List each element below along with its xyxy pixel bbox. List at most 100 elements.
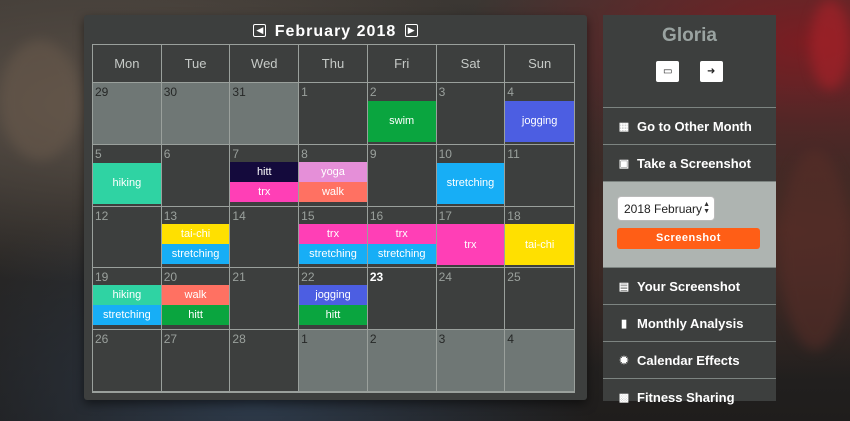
event-walk[interactable]: walk bbox=[299, 181, 367, 202]
user-actions: ▭ ➜ bbox=[603, 55, 776, 107]
menu-item-go-to-other-month[interactable]: ▦ Go to Other Month bbox=[603, 107, 776, 144]
day-cell[interactable]: 2 bbox=[367, 330, 437, 392]
day-cell[interactable]: 29 bbox=[93, 83, 162, 145]
event-stretching[interactable]: stretching bbox=[161, 243, 230, 264]
event-stretching[interactable]: stretching bbox=[93, 305, 161, 326]
menu-item-label: Calendar Effects bbox=[637, 352, 740, 368]
day-cell[interactable]: 22 jogging hitt bbox=[299, 268, 368, 331]
event-swim[interactable]: swim bbox=[367, 100, 436, 142]
day-cell[interactable]: 4 jogging bbox=[505, 83, 574, 145]
day-cell[interactable]: 10 stretching bbox=[436, 144, 506, 207]
menu-item-label: Go to Other Month bbox=[637, 118, 752, 134]
menu-item-your-screenshot[interactable]: ▤ Your Screenshot bbox=[603, 267, 776, 304]
day-cell[interactable]: 12 bbox=[93, 206, 162, 269]
day-number: 3 bbox=[438, 85, 446, 99]
day-cell[interactable]: 2 swim bbox=[367, 83, 437, 145]
user-name: Gloria bbox=[662, 25, 717, 46]
month-title: February 2018 bbox=[274, 23, 397, 40]
chevron-left-icon[interactable]: ◀ bbox=[253, 23, 267, 37]
day-number: 20 bbox=[163, 270, 178, 285]
event-jogging[interactable]: jogging bbox=[505, 100, 574, 142]
event-trx[interactable]: trx bbox=[299, 223, 367, 244]
day-cell[interactable]: 31 bbox=[230, 83, 300, 145]
day-number: 2 bbox=[369, 332, 377, 347]
event-list: yoga walk bbox=[299, 161, 367, 205]
sign-out-icon[interactable]: ➜ bbox=[699, 61, 723, 82]
day-number: 15 bbox=[301, 208, 315, 223]
day-number: 2 bbox=[369, 85, 377, 99]
day-cell[interactable]: 24 bbox=[436, 268, 506, 331]
event-list: trx stretching bbox=[367, 223, 436, 267]
event-trx[interactable]: trx bbox=[367, 223, 436, 244]
menu-item-label: Your Screenshot bbox=[637, 278, 741, 294]
day-cell[interactable]: 16 trx stretching bbox=[367, 206, 437, 269]
event-list: hitt trx bbox=[230, 161, 299, 205]
event-list: tai-chi bbox=[505, 224, 574, 267]
day-cell[interactable]: 5 hiking bbox=[93, 144, 162, 207]
event-list: walk hitt bbox=[161, 285, 230, 328]
day-cell[interactable]: 3 bbox=[436, 330, 506, 392]
event-trx[interactable]: trx bbox=[436, 224, 505, 266]
event-trx[interactable]: trx bbox=[230, 181, 299, 202]
day-cell[interactable]: 13 tai-chi stretching bbox=[161, 206, 231, 269]
screenshot-button[interactable]: Screenshot bbox=[617, 228, 760, 249]
menu-item-monthly-analysis[interactable]: ▮ Monthly Analysis bbox=[603, 304, 776, 341]
background-shape bbox=[780, 150, 850, 350]
day-cell[interactable]: 17 trx bbox=[436, 206, 506, 269]
day-cell[interactable]: 23 bbox=[367, 268, 437, 331]
day-cell[interactable]: 27 bbox=[161, 330, 231, 392]
day-number: 24 bbox=[438, 270, 452, 285]
day-cell[interactable]: 7 hitt trx bbox=[230, 144, 300, 207]
event-hitt[interactable]: hitt bbox=[299, 305, 367, 326]
day-cell[interactable]: 4 bbox=[505, 330, 574, 392]
day-number: 12 bbox=[95, 208, 109, 223]
day-cell[interactable]: 3 bbox=[436, 83, 506, 145]
weekday-header: Sat bbox=[436, 45, 506, 83]
day-number: 16 bbox=[369, 208, 384, 223]
day-cell[interactable]: 1 bbox=[299, 330, 368, 392]
day-cell[interactable]: 19 hiking stretching bbox=[93, 268, 162, 331]
event-list: hiking bbox=[93, 162, 161, 205]
day-number: 23 bbox=[369, 270, 384, 285]
day-cell[interactable]: 30 bbox=[161, 83, 231, 145]
day-cell[interactable]: 21 bbox=[230, 268, 300, 331]
event-stretching[interactable]: stretching bbox=[367, 243, 436, 264]
event-stretching[interactable]: stretching bbox=[436, 162, 505, 204]
menu-item-take-a-screenshot[interactable]: ▣ Take a Screenshot bbox=[603, 144, 776, 181]
folder-open-icon[interactable]: ▭ bbox=[656, 61, 680, 82]
menu-item-calendar-effects[interactable]: ✹ Calendar Effects bbox=[603, 341, 776, 378]
day-cell[interactable]: 8 yoga walk bbox=[299, 144, 368, 207]
event-yoga[interactable]: yoga bbox=[299, 161, 367, 182]
day-cell[interactable]: 15 trx stretching bbox=[299, 206, 368, 269]
sidebar: Gloria ▭ ➜ ▦ Go to Other Month ▣ Take a Scr… bbox=[603, 15, 776, 405]
day-cell[interactable]: 20 walk hitt bbox=[161, 268, 231, 331]
day-cell[interactable]: 6 bbox=[161, 144, 231, 207]
screenshot-panel: 2018 February ▲ ▼ Screenshot bbox=[603, 181, 776, 267]
day-cell[interactable]: 14 bbox=[230, 206, 300, 269]
month-select[interactable]: 2018 February ▲ ▼ bbox=[617, 196, 715, 221]
event-jogging[interactable]: jogging bbox=[299, 285, 367, 306]
camera-icon: ▣ bbox=[618, 157, 630, 170]
event-tai-chi[interactable]: tai-chi bbox=[505, 224, 574, 266]
menu-item-label: Monthly Analysis bbox=[637, 315, 744, 331]
day-cell[interactable]: 9 bbox=[367, 144, 437, 207]
day-number: 11 bbox=[507, 146, 520, 161]
event-hitt[interactable]: hitt bbox=[161, 305, 230, 326]
day-number: 5 bbox=[95, 146, 102, 161]
event-hiking[interactable]: hiking bbox=[93, 285, 161, 306]
calendar-grid: Mon Tue Wed Thu Fri Sat Sun 29 30 31 1 2 swim 3 4 joggi… bbox=[92, 44, 575, 393]
menu-item-fitness-sharing[interactable]: ▩ Fitness Sharing bbox=[603, 378, 776, 415]
event-hitt[interactable]: hitt bbox=[230, 161, 299, 182]
event-tai-chi[interactable]: tai-chi bbox=[161, 223, 230, 244]
day-cell[interactable]: 26 bbox=[93, 330, 162, 392]
chevron-right-icon[interactable]: ▶ bbox=[404, 23, 418, 37]
day-cell[interactable]: 28 bbox=[230, 330, 300, 392]
event-hiking[interactable]: hiking bbox=[93, 162, 161, 204]
day-cell[interactable]: 1 bbox=[299, 83, 368, 145]
day-cell[interactable]: 11 bbox=[505, 144, 574, 207]
event-stretching[interactable]: stretching bbox=[299, 243, 367, 264]
event-list: trx stretching bbox=[299, 223, 367, 267]
day-cell[interactable]: 18 tai-chi bbox=[505, 206, 574, 269]
event-walk[interactable]: walk bbox=[161, 285, 230, 306]
day-cell[interactable]: 25 bbox=[505, 268, 574, 331]
